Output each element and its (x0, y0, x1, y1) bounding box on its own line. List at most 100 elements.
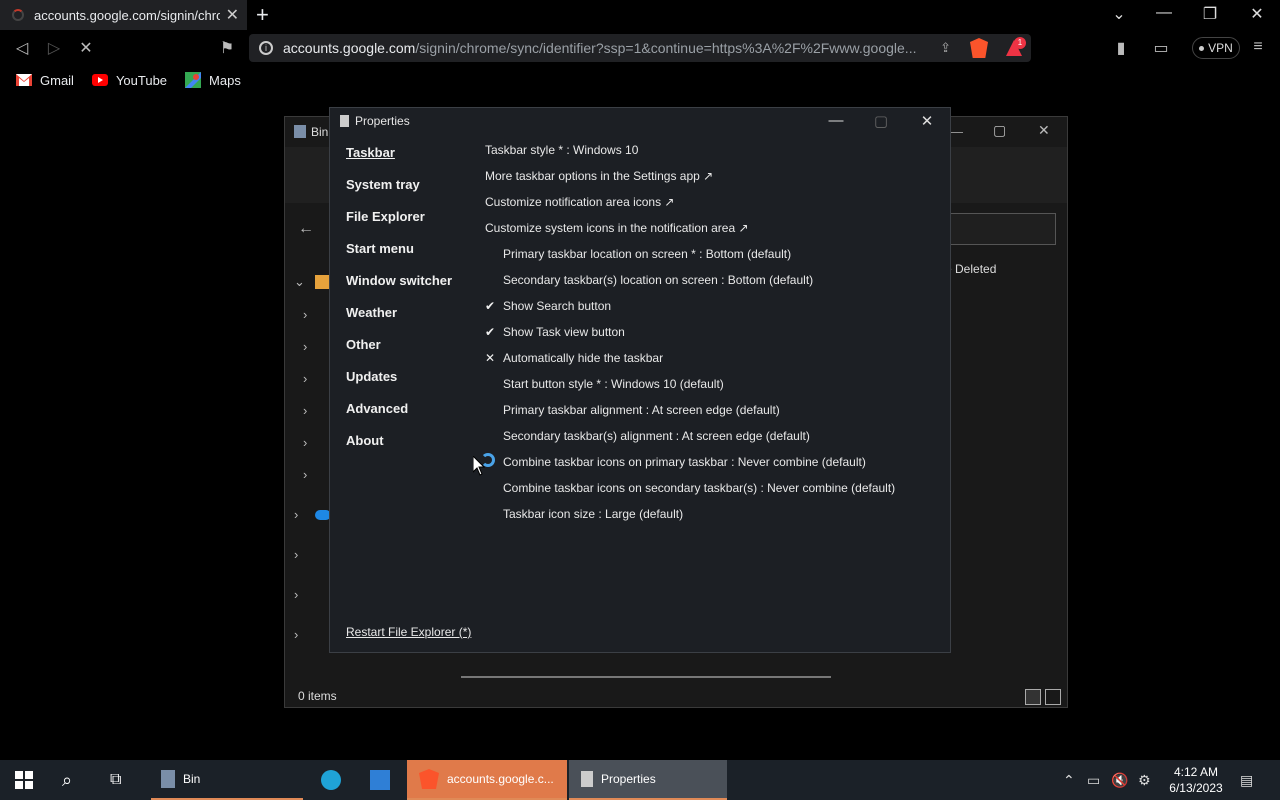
tree-chevron-icon[interactable]: › (294, 627, 298, 642)
properties-close-button[interactable]: ✕ (917, 112, 937, 130)
tab-close-icon[interactable]: ✕ (226, 5, 239, 25)
tree-chevron-icon[interactable]: › (303, 467, 307, 482)
wallet-icon[interactable]: ▭ (1150, 38, 1172, 58)
taskbar-item-bin[interactable]: Bin (151, 760, 303, 800)
mouse-pointer-icon (473, 456, 485, 476)
restart-file-explorer-link[interactable]: Restart File Explorer (*) (346, 625, 471, 639)
nav-window-switcher[interactable]: Window switcher (346, 273, 452, 288)
close-window-button[interactable]: ✕ (1245, 4, 1269, 24)
brave-shields-icon[interactable] (970, 38, 988, 58)
option-taskbar-style[interactable]: Taskbar style * : Windows 10 (485, 143, 638, 157)
stop-loading-icon[interactable]: ✕ (75, 38, 97, 58)
forward-icon[interactable]: ▷ (43, 38, 65, 58)
option-show-task-view[interactable]: Show Task view button (503, 325, 625, 339)
explorer-search-input[interactable] (950, 213, 1056, 245)
properties-minimize-button[interactable]: — (826, 112, 846, 129)
properties-window: Properties — ▢ ✕ Taskbar System tray Fil… (329, 107, 951, 653)
taskbar-item-store[interactable] (370, 760, 390, 800)
option-primary-alignment[interactable]: Primary taskbar alignment : At screen ed… (503, 403, 780, 417)
option-secondary-location[interactable]: Secondary taskbar(s) location on screen … (503, 273, 813, 287)
clock-date: 6/13/2023 (1169, 781, 1223, 795)
tree-chevron-icon[interactable]: › (294, 587, 298, 602)
tab-title: accounts.google.com/signin/chro (34, 7, 220, 23)
tree-chevron-icon[interactable]: ⌄ (294, 274, 305, 290)
back-icon[interactable]: ◁ (11, 38, 33, 58)
nav-advanced[interactable]: Advanced (346, 401, 408, 416)
option-start-button-style[interactable]: Start button style * : Windows 10 (defau… (503, 377, 724, 391)
explorer-maximize-button[interactable]: ▢ (993, 122, 1006, 139)
nav-file-explorer[interactable]: File Explorer (346, 209, 425, 224)
browser-tab[interactable]: accounts.google.com/signin/chro ✕ (0, 0, 247, 30)
store-icon (370, 770, 390, 790)
nav-taskbar[interactable]: Taskbar (346, 145, 395, 160)
taskbar-clock[interactable]: 4:12 AM 6/13/2023 (1166, 764, 1226, 796)
nav-updates[interactable]: Updates (346, 369, 397, 384)
taskbar-item-properties[interactable]: Properties (569, 760, 727, 800)
tree-chevron-icon[interactable]: › (303, 339, 307, 354)
tree-chevron-icon[interactable]: › (303, 307, 307, 322)
address-bar[interactable]: i accounts.google.com/signin/chrome/sync… (249, 34, 1031, 62)
option-show-search[interactable]: Show Search button (503, 299, 611, 313)
windows-logo-icon (15, 771, 33, 789)
sidebar-icon[interactable]: ▮ (1110, 38, 1132, 58)
show-hidden-icons-chevron-icon[interactable]: ⌃ (1063, 772, 1075, 789)
option-icon-size[interactable]: Taskbar icon size : Large (default) (503, 507, 683, 521)
notification-icon[interactable]: ▤ (1240, 772, 1253, 789)
taskbar-item-brave[interactable]: accounts.google.c... (407, 760, 567, 800)
bookmark-label: Maps (209, 72, 241, 88)
task-view-icon[interactable]: ⧉ (110, 760, 121, 800)
tree-chevron-icon[interactable]: › (303, 403, 307, 418)
option-auto-hide[interactable]: Automatically hide the taskbar (503, 351, 663, 365)
large-icons-view-icon[interactable] (1045, 689, 1061, 705)
tree-chevron-icon[interactable]: › (303, 435, 307, 450)
option-primary-location[interactable]: Primary taskbar location on screen * : B… (503, 247, 791, 261)
bookmark-maps[interactable]: Maps (185, 72, 241, 88)
details-view-icon[interactable] (1025, 689, 1041, 705)
share-icon[interactable]: ⇪ (940, 40, 951, 56)
option-combine-primary[interactable]: Combine taskbar icons on primary taskbar… (503, 455, 866, 469)
maps-icon (185, 72, 202, 88)
option-combine-secondary[interactable]: Combine taskbar icons on secondary taskb… (503, 481, 895, 495)
network-icon[interactable]: ▭ (1087, 772, 1100, 789)
properties-titlebar: Properties (340, 114, 410, 128)
tree-chevron-icon[interactable]: › (294, 547, 298, 562)
column-header-date-deleted[interactable]: e Deleted (945, 262, 996, 276)
explorer-back-icon[interactable]: ← (298, 220, 314, 238)
taskbar-item-edge[interactable] (321, 760, 341, 800)
explorer-minimize-button[interactable]: — (949, 123, 963, 139)
tree-chevron-icon[interactable]: › (294, 507, 298, 522)
restore-button[interactable]: ❐ (1198, 4, 1222, 24)
tab-search-icon[interactable]: ⌄ (1107, 4, 1131, 24)
menu-icon[interactable]: ≡ (1247, 38, 1269, 56)
bookmark-youtube[interactable]: YouTube (91, 73, 167, 88)
item-count: 0 items (298, 689, 337, 703)
option-notification-icons-link[interactable]: Customize notification area icons ↗ (485, 195, 674, 209)
settings-gear-icon[interactable]: ⚙ (1138, 772, 1151, 789)
clock-time: 4:12 AM (1173, 765, 1219, 779)
option-secondary-alignment[interactable]: Secondary taskbar(s) alignment : At scre… (503, 429, 810, 443)
site-info-icon[interactable]: i (259, 41, 273, 55)
nav-other[interactable]: Other (346, 337, 381, 352)
explorer-close-button[interactable]: ✕ (1038, 122, 1050, 139)
bookmark-label: Gmail (40, 72, 74, 88)
nav-system-tray[interactable]: System tray (346, 177, 420, 192)
properties-maximize-button[interactable]: ▢ (871, 112, 891, 130)
nav-start-menu[interactable]: Start menu (346, 241, 414, 256)
recycle-bin-icon (161, 770, 175, 788)
recycle-bin-icon (294, 125, 306, 138)
nav-weather[interactable]: Weather (346, 305, 397, 320)
volume-muted-icon[interactable]: 🔇 (1111, 772, 1128, 789)
horizontal-scrollbar[interactable] (461, 676, 831, 678)
bookmark-icon[interactable]: ⚑ (216, 38, 238, 58)
option-system-icons-link[interactable]: Customize system icons in the notificati… (485, 221, 749, 235)
minimize-button[interactable]: — (1152, 4, 1176, 22)
nav-about[interactable]: About (346, 433, 384, 448)
start-button[interactable] (14, 760, 34, 800)
home-icon (315, 275, 329, 289)
option-settings-app-link[interactable]: More taskbar options in the Settings app… (485, 169, 713, 183)
bookmark-gmail[interactable]: Gmail (16, 73, 74, 88)
tree-chevron-icon[interactable]: › (303, 371, 307, 386)
search-icon[interactable]: ⌕ (62, 760, 72, 800)
new-tab-button[interactable]: + (256, 3, 269, 27)
vpn-button[interactable]: VPN (1192, 37, 1240, 59)
